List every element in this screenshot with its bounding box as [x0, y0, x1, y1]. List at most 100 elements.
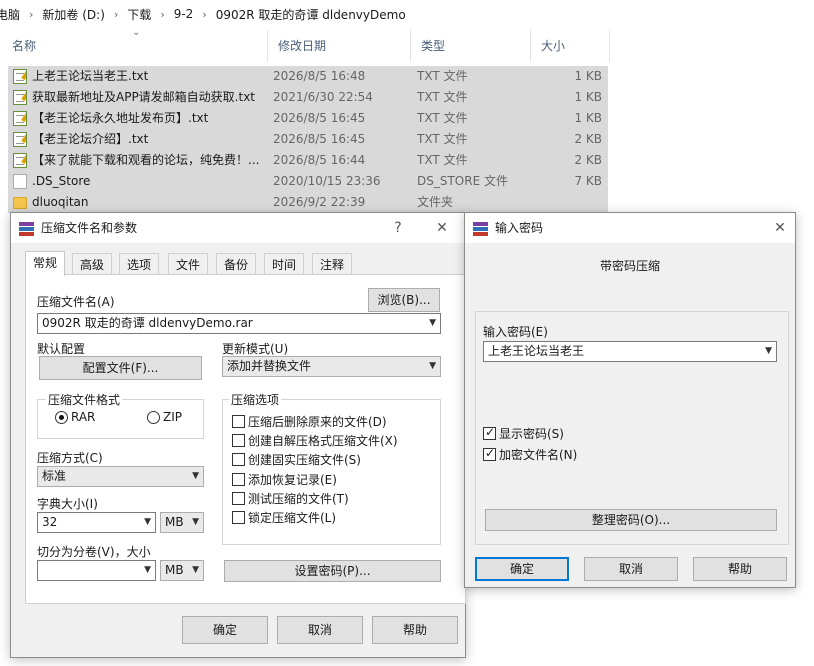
column-header-name[interactable]: 名称: [2, 30, 268, 62]
option-test-files[interactable]: 测试压缩的文件(T): [232, 490, 349, 507]
password-dialog-titlebar[interactable]: 输入密码 ✕: [465, 213, 795, 243]
dictionary-unit-value: MB: [165, 515, 184, 529]
show-password-checkbox[interactable]: 显示密码(S): [483, 425, 564, 442]
chevron-down-icon[interactable]: ▼: [192, 513, 199, 532]
option-sfx[interactable]: 创建自解压格式压缩文件(X): [232, 432, 398, 449]
archive-dialog-titlebar[interactable]: 压缩文件名和参数 ? ✕: [11, 213, 465, 243]
close-icon[interactable]: ✕: [427, 213, 457, 243]
option-label: 创建固实压缩文件(S): [248, 453, 361, 467]
organize-passwords-button[interactable]: 整理密码(O)...: [485, 509, 777, 531]
cancel-button[interactable]: 取消: [277, 616, 363, 644]
checkbox-icon: [232, 511, 245, 524]
option-label: 锁定压缩文件(L): [248, 511, 337, 525]
archive-settings-dialog: 压缩文件名和参数 ? ✕ 常规 高级 选项 文件 备份 时间 注释 压缩文件名(…: [10, 212, 466, 658]
breadcrumb-current-folder[interactable]: 0902R 取走的奇谭 dldenvyDemo: [212, 6, 410, 23]
general-tab-panel: 压缩文件名(A) 浏览(B)... 0902R 取走的奇谭 dldenvyDem…: [25, 274, 466, 604]
compression-method-select[interactable]: 标准 ▼: [37, 466, 204, 487]
checkbox-icon: [232, 473, 245, 486]
breadcrumb-downloads[interactable]: 下载: [123, 6, 155, 23]
option-recovery-record[interactable]: 添加恢复记录(E): [232, 471, 337, 488]
archive-name-input[interactable]: 0902R 取走的奇谭 dldenvyDemo.rar ▼: [37, 313, 441, 334]
file-row[interactable]: dluoqitan 2026/9/2 22:39 文件夹: [8, 192, 608, 213]
file-type: 文件夹: [417, 195, 454, 209]
column-header-type[interactable]: 类型: [411, 30, 531, 62]
encrypt-file-names-label: 加密文件名(N): [499, 448, 578, 462]
close-icon[interactable]: ✕: [765, 213, 795, 243]
help-icon[interactable]: ?: [383, 213, 413, 243]
update-mode-label: 更新模式(U): [222, 342, 289, 356]
column-header-size[interactable]: 大小: [531, 30, 610, 62]
chevron-right-icon[interactable]: ›: [24, 8, 38, 21]
breadcrumb-9-2[interactable]: 9-2: [170, 7, 198, 21]
file-size: 7 KB: [574, 174, 602, 188]
breadcrumb-drive-d[interactable]: 新加卷 (D:): [38, 6, 108, 23]
breadcrumb-this-pc[interactable]: 电脑: [0, 6, 24, 23]
tab-general[interactable]: 常规: [25, 251, 66, 276]
checkbox-icon: [232, 434, 245, 447]
option-label: 创建自解压格式压缩文件(X): [248, 434, 398, 448]
file-type: TXT 文件: [417, 111, 468, 125]
tab-options[interactable]: 选项: [119, 253, 160, 275]
checkbox-checked-icon: [483, 425, 496, 440]
cancel-button[interactable]: 取消: [584, 557, 678, 581]
update-mode-select[interactable]: 添加并替换文件 ▼: [222, 356, 441, 377]
help-button[interactable]: 帮助: [372, 616, 458, 644]
file-row[interactable]: 【老王论坛永久地址发布页】.txt 2026/8/5 16:45 TXT 文件 …: [8, 108, 608, 129]
winrar-icon: [19, 222, 34, 236]
file-row[interactable]: 获取最新地址及APP请发邮箱自动获取.txt 2021/6/30 22:54 T…: [8, 87, 608, 108]
column-header-date[interactable]: 修改日期: [268, 30, 411, 62]
chevron-down-icon[interactable]: ▼: [192, 561, 199, 580]
radio-dot-icon: [55, 410, 68, 424]
file-list: 上老王论坛当老王.txt 2026/8/5 16:48 TXT 文件 1 KB …: [8, 66, 608, 213]
dictionary-size-input[interactable]: 32 ▼: [37, 512, 156, 533]
ok-button[interactable]: 确定: [475, 557, 569, 581]
folder-icon: [13, 197, 27, 209]
option-solid[interactable]: 创建固实压缩文件(S): [232, 451, 361, 468]
password-input[interactable]: 上老王论坛当老王 ▼: [483, 341, 777, 362]
file-row[interactable]: .DS_Store 2020/10/15 23:36 DS_STORE 文件 7…: [8, 171, 608, 192]
file-row[interactable]: 上老王论坛当老王.txt 2026/8/5 16:48 TXT 文件 1 KB: [8, 66, 608, 87]
chevron-down-icon[interactable]: ▼: [429, 314, 436, 333]
encrypt-file-names-checkbox[interactable]: 加密文件名(N): [483, 446, 577, 463]
profiles-button[interactable]: 配置文件(F)...: [39, 356, 202, 380]
chevron-down-icon[interactable]: ▼: [429, 357, 436, 376]
file-type: TXT 文件: [417, 90, 468, 104]
option-delete-after[interactable]: 压缩后删除原来的文件(D): [232, 413, 387, 430]
split-volumes-input[interactable]: ▼: [37, 560, 156, 581]
chevron-right-icon[interactable]: ›: [155, 8, 169, 21]
file-row[interactable]: 【老王论坛介绍】.txt 2026/8/5 16:45 TXT 文件 2 KB: [8, 129, 608, 150]
tab-files[interactable]: 文件: [168, 253, 209, 275]
tab-advanced[interactable]: 高级: [72, 253, 113, 275]
chevron-down-icon[interactable]: ▼: [144, 513, 151, 532]
format-zip-radio[interactable]: ZIP: [147, 410, 182, 424]
chevron-right-icon[interactable]: ›: [109, 8, 123, 21]
option-lock-archive[interactable]: 锁定压缩文件(L): [232, 509, 336, 526]
txt-file-icon: [13, 153, 27, 168]
chevron-down-icon[interactable]: ▼: [192, 467, 199, 486]
chevron-down-icon[interactable]: ▼: [144, 561, 151, 580]
tab-comment[interactable]: 注释: [312, 253, 353, 275]
dictionary-size-value: 32: [42, 515, 58, 529]
dictionary-unit-select[interactable]: MB ▼: [160, 512, 204, 533]
file-row[interactable]: 【来了就能下载和观看的论坛，纯免费！... 2026/8/5 16:44 TXT…: [8, 150, 608, 171]
default-profile-label: 默认配置: [37, 342, 86, 356]
set-password-button[interactable]: 设置密码(P)...: [224, 560, 441, 582]
file-type: TXT 文件: [417, 132, 468, 146]
checkbox-checked-icon: [483, 446, 496, 461]
tab-backup[interactable]: 备份: [216, 253, 257, 275]
browse-button[interactable]: 浏览(B)...: [368, 288, 440, 312]
format-rar-radio[interactable]: RAR: [55, 410, 95, 424]
file-name: 上老王论坛当老王.txt: [32, 69, 149, 83]
help-button[interactable]: 帮助: [693, 557, 787, 581]
file-date: 2021/6/30 22:54: [273, 90, 373, 104]
option-label: 测试压缩的文件(T): [248, 492, 349, 506]
format-rar-label: RAR: [71, 410, 96, 424]
chevron-right-icon[interactable]: ›: [197, 8, 211, 21]
tab-time[interactable]: 时间: [264, 253, 305, 275]
ok-button[interactable]: 确定: [182, 616, 268, 644]
split-unit-select[interactable]: MB ▼: [160, 560, 204, 581]
chevron-down-icon[interactable]: ▼: [765, 342, 772, 361]
archive-name-value: 0902R 取走的奇谭 dldenvyDemo.rar: [42, 316, 253, 330]
checkbox-icon: [232, 453, 245, 466]
txt-file-icon: [13, 132, 27, 147]
